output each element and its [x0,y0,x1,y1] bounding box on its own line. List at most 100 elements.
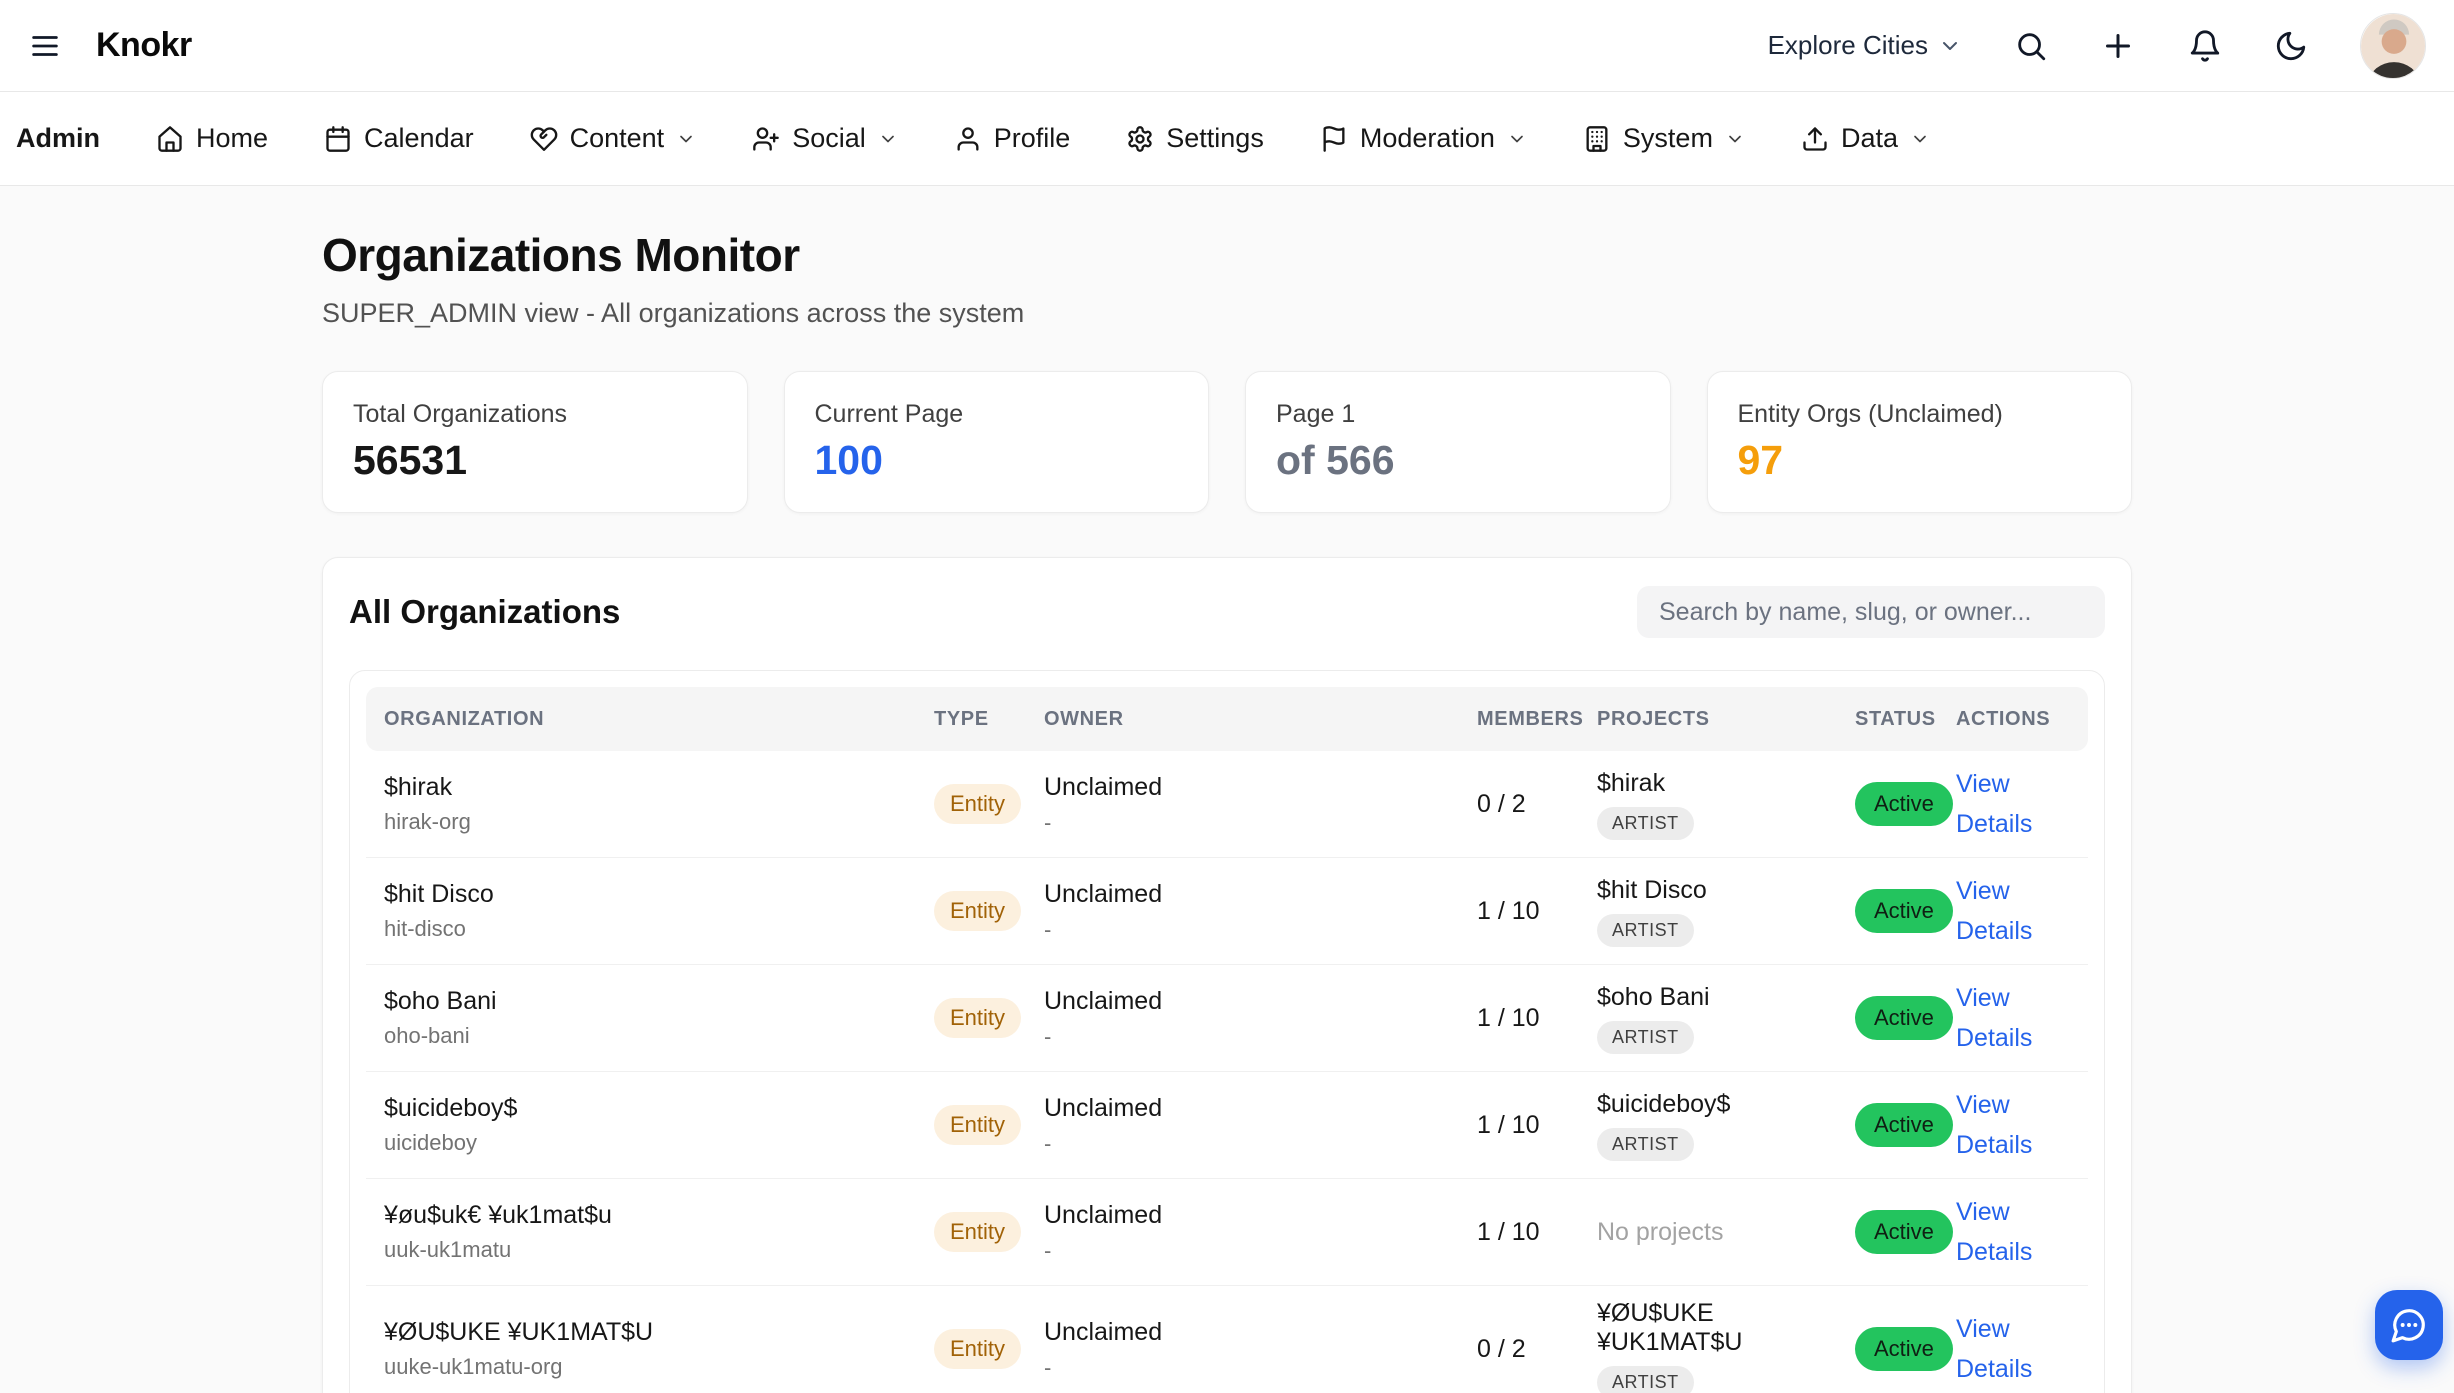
table-row: ¥øu$uk€ ¥uk1mat$u uuk-uk1matu Entity Unc… [366,1179,2088,1286]
projects-cell: $hirak ARTIST [1597,769,1855,840]
admin-nav-item-calendar[interactable]: Calendar [324,123,474,154]
org-slug: uicideboy [384,1130,934,1156]
view-details-link[interactable]: View Details [1956,764,2061,844]
admin-nav: Admin Home Calendar Content Social Profi… [0,92,2454,186]
table-row: $uicideboy$ uicideboy Entity Unclaimed -… [366,1072,2088,1179]
admin-nav-item-social[interactable]: Social [752,123,898,154]
entity-type-badge: Entity [934,891,1021,931]
nav-item-label: Social [792,123,866,154]
org-name: $oho Bani [384,987,934,1016]
admin-nav-item-system[interactable]: System [1583,123,1745,154]
admin-nav-item-content[interactable]: Content [530,123,697,154]
owner-sub: - [1044,810,1477,836]
search-input[interactable] [1637,586,2105,638]
owner-cell: Unclaimed - [1044,1318,1477,1381]
user-avatar[interactable] [2360,13,2426,79]
brand-logo[interactable]: Knokr [96,26,192,65]
stat-card: Page 1 of 566 [1245,371,1671,513]
owner-name: Unclaimed [1044,773,1477,802]
user-plus-icon [752,125,780,153]
hamburger-menu-icon[interactable] [28,29,62,63]
view-details-link[interactable]: View Details [1956,1192,2061,1272]
table-row: ¥ØU$UKE ¥UK1MAT$U uuke-uk1matu-org Entit… [366,1286,2088,1393]
status-badge: Active [1855,782,1953,826]
column-header: PROJECTS [1597,708,1855,731]
column-header: ACTIONS [1956,708,2070,731]
page-title: Organizations Monitor [322,228,2132,282]
type-cell: Entity [934,1329,1044,1369]
search-icon[interactable] [2014,29,2048,63]
nav-item-label: Admin [16,123,100,154]
view-details-link[interactable]: View Details [1956,1085,2061,1165]
admin-nav-item-home[interactable]: Home [156,123,268,154]
owner-name: Unclaimed [1044,1318,1477,1347]
members-cell: 1 / 10 [1477,1004,1597,1033]
chevron-down-icon [1938,34,1962,58]
owner-sub: - [1044,1024,1477,1050]
organizations-table: ORGANIZATIONTYPEOWNERMEMBERSPROJECTSSTAT… [349,670,2105,1393]
members-cell: 1 / 10 [1477,897,1597,926]
chevron-down-icon [1910,129,1930,149]
organization-cell: ¥øu$uk€ ¥uk1mat$u uuk-uk1matu [384,1201,934,1263]
stat-value: 100 [815,437,1179,484]
stat-label: Total Organizations [353,400,717,429]
status-badge: Active [1855,1210,1953,1254]
project-name: $hirak [1597,769,1855,798]
owner-cell: Unclaimed - [1044,987,1477,1050]
admin-nav-item-data[interactable]: Data [1801,123,1930,154]
actions-cell: View Details [1956,978,2070,1058]
admin-nav-item-profile[interactable]: Profile [954,123,1071,154]
owner-cell: Unclaimed - [1044,1094,1477,1157]
main-content: Organizations Monitor SUPER_ADMIN view -… [322,228,2132,1393]
section-title: All Organizations [349,593,620,631]
chevron-down-icon [676,129,696,149]
table-row: $oho Bani oho-bani Entity Unclaimed - 1 … [366,965,2088,1072]
organization-cell: $hit Disco hit-disco [384,880,934,942]
stat-value: 56531 [353,437,717,484]
actions-cell: View Details [1956,1192,2070,1272]
org-name: ¥øu$uk€ ¥uk1mat$u [384,1201,934,1230]
owner-cell: Unclaimed - [1044,773,1477,836]
owner-sub: - [1044,917,1477,943]
entity-type-badge: Entity [934,1105,1021,1145]
view-details-link[interactable]: View Details [1956,978,2061,1058]
home-icon [156,125,184,153]
view-details-link[interactable]: View Details [1956,1309,2061,1389]
dark-mode-moon-icon[interactable] [2274,29,2308,63]
status-badge: Active [1855,1327,1953,1371]
organization-cell: $oho Bani oho-bani [384,987,934,1049]
projects-cell: $hit Disco ARTIST [1597,876,1855,947]
org-slug: oho-bani [384,1023,934,1049]
table-body: $hirak hirak-org Entity Unclaimed - 0 / … [366,751,2088,1393]
owner-name: Unclaimed [1044,1201,1477,1230]
type-cell: Entity [934,1212,1044,1252]
entity-type-badge: Entity [934,1329,1021,1369]
project-tag-badge: ARTIST [1597,807,1694,840]
org-name: $hirak [384,773,934,802]
owner-cell: Unclaimed - [1044,880,1477,943]
project-name: $hit Disco [1597,876,1855,905]
org-slug: uuke-uk1matu-org [384,1354,934,1380]
status-cell: Active [1855,889,1956,933]
status-cell: Active [1855,1103,1956,1147]
view-details-link[interactable]: View Details [1956,871,2061,951]
entity-type-badge: Entity [934,998,1021,1038]
all-organizations-card: All Organizations ORGANIZATIONTYPEOWNERM… [322,557,2132,1393]
nav-item-label: Profile [994,123,1071,154]
add-icon[interactable] [2100,28,2136,64]
table-row: $hit Disco hit-disco Entity Unclaimed - … [366,858,2088,965]
actions-cell: View Details [1956,871,2070,951]
explore-cities-dropdown[interactable]: Explore Cities [1768,30,1962,61]
chat-button[interactable] [2375,1290,2443,1360]
chevron-down-icon [878,129,898,149]
admin-nav-item-settings[interactable]: Settings [1126,123,1264,154]
actions-cell: View Details [1956,1085,2070,1165]
admin-nav-item-moderation[interactable]: Moderation [1320,123,1527,154]
owner-sub: - [1044,1355,1477,1381]
notifications-bell-icon[interactable] [2188,29,2222,63]
type-cell: Entity [934,891,1044,931]
admin-nav-item-admin[interactable]: Admin [16,123,100,154]
building-icon [1583,125,1611,153]
nav-item-label: Data [1841,123,1898,154]
chevron-down-icon [1725,129,1745,149]
